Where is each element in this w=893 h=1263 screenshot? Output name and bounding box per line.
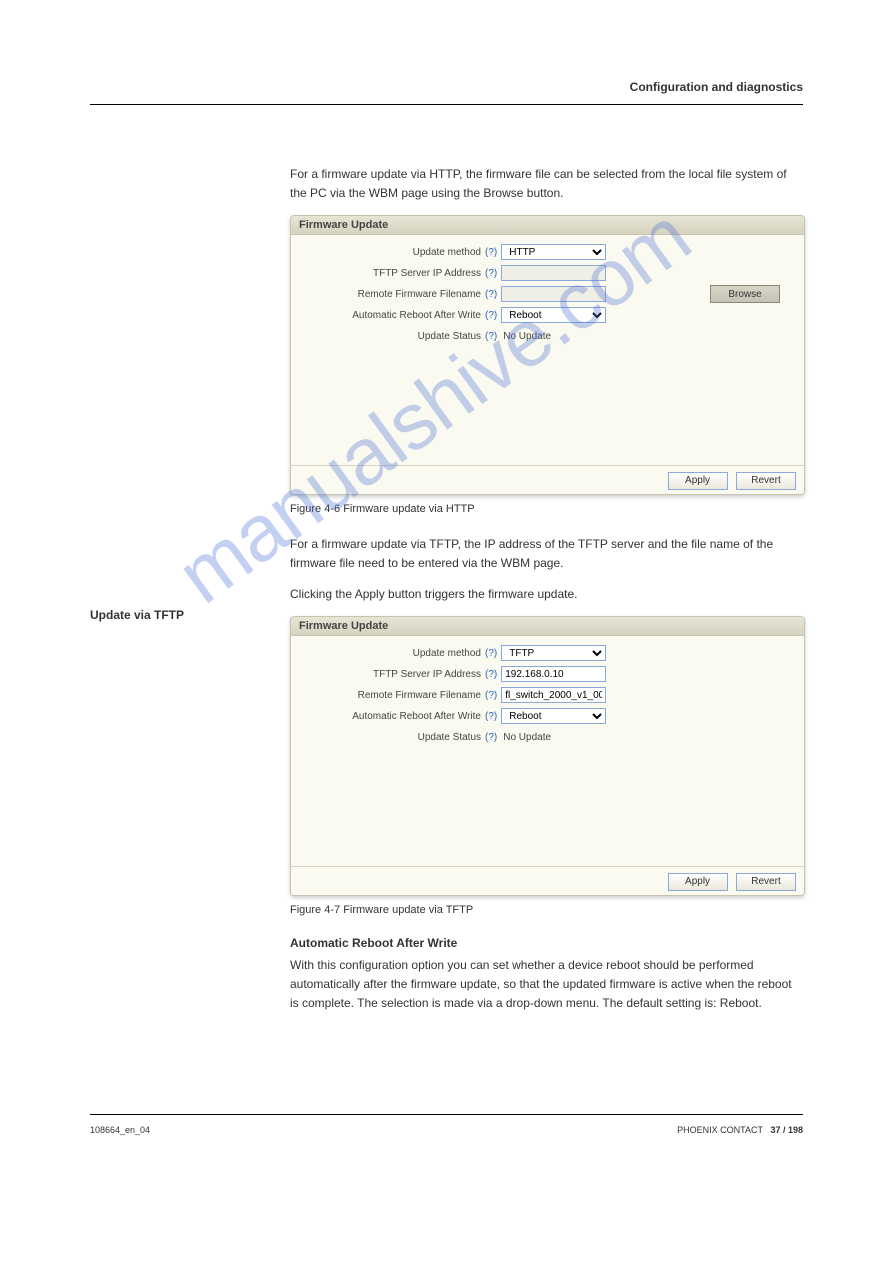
- input-tftp-ip: [501, 265, 606, 281]
- input-remote-file[interactable]: [501, 687, 606, 703]
- revert-button[interactable]: Revert: [736, 472, 796, 490]
- label-update-status: Update Status: [301, 732, 481, 743]
- input-tftp-ip[interactable]: [501, 666, 606, 682]
- figure-caption-2: Figure 4-7 Firmware update via TFTP: [290, 904, 803, 916]
- auto-reboot-heading: Automatic Reboot After Write: [290, 936, 803, 950]
- label-update-method: Update method: [301, 648, 481, 659]
- label-tftp-ip: TFTP Server IP Address: [301, 268, 481, 279]
- help-icon[interactable]: (?): [485, 289, 497, 300]
- browse-button[interactable]: Browse: [710, 285, 780, 303]
- margin-heading-tftp: Update via TFTP: [90, 608, 184, 622]
- intro-paragraph: For a firmware update via HTTP, the firm…: [290, 165, 803, 203]
- select-update-method[interactable]: HTTP: [501, 244, 606, 260]
- label-auto-reboot: Automatic Reboot After Write: [301, 310, 481, 321]
- page-header-category: Configuration and diagnostics: [90, 0, 803, 104]
- help-icon[interactable]: (?): [485, 669, 497, 680]
- figure-caption-1: Figure 4-6 Firmware update via HTTP: [290, 503, 803, 515]
- help-icon[interactable]: (?): [485, 690, 497, 701]
- help-icon[interactable]: (?): [485, 331, 497, 342]
- tftp-paragraph-2: Clicking the Apply button triggers the f…: [290, 585, 803, 604]
- tftp-paragraph-1: For a firmware update via TFTP, the IP a…: [290, 535, 803, 573]
- input-remote-file: [501, 286, 606, 302]
- value-update-status: No Update: [503, 331, 551, 342]
- help-icon[interactable]: (?): [485, 648, 497, 659]
- select-auto-reboot[interactable]: Reboot: [501, 307, 606, 323]
- label-update-method: Update method: [301, 247, 481, 258]
- label-update-status: Update Status: [301, 331, 481, 342]
- auto-reboot-paragraph: With this configuration option you can s…: [290, 956, 803, 1014]
- select-update-method[interactable]: TFTP: [501, 645, 606, 661]
- label-remote-file: Remote Firmware Filename: [301, 289, 481, 300]
- label-auto-reboot: Automatic Reboot After Write: [301, 711, 481, 722]
- help-icon[interactable]: (?): [485, 310, 497, 321]
- footer-doc-id: 108664_en_04: [90, 1125, 150, 1135]
- select-auto-reboot[interactable]: Reboot: [501, 708, 606, 724]
- label-tftp-ip: TFTP Server IP Address: [301, 669, 481, 680]
- panel-title: Firmware Update: [291, 216, 804, 235]
- footer-company: PHOENIX CONTACT 37 / 198: [677, 1125, 803, 1135]
- apply-button[interactable]: Apply: [668, 873, 728, 891]
- help-icon[interactable]: (?): [485, 711, 497, 722]
- panel-title: Firmware Update: [291, 617, 804, 636]
- help-icon[interactable]: (?): [485, 247, 497, 258]
- value-update-status: No Update: [503, 732, 551, 743]
- firmware-update-panel-http: Firmware Update Update method (?) HTTP T…: [290, 215, 805, 495]
- header-divider: [90, 104, 803, 105]
- apply-button[interactable]: Apply: [668, 472, 728, 490]
- help-icon[interactable]: (?): [485, 732, 497, 743]
- firmware-update-panel-tftp: Firmware Update Update method (?) TFTP T…: [290, 616, 805, 896]
- help-icon[interactable]: (?): [485, 268, 497, 279]
- label-remote-file: Remote Firmware Filename: [301, 690, 481, 701]
- revert-button[interactable]: Revert: [736, 873, 796, 891]
